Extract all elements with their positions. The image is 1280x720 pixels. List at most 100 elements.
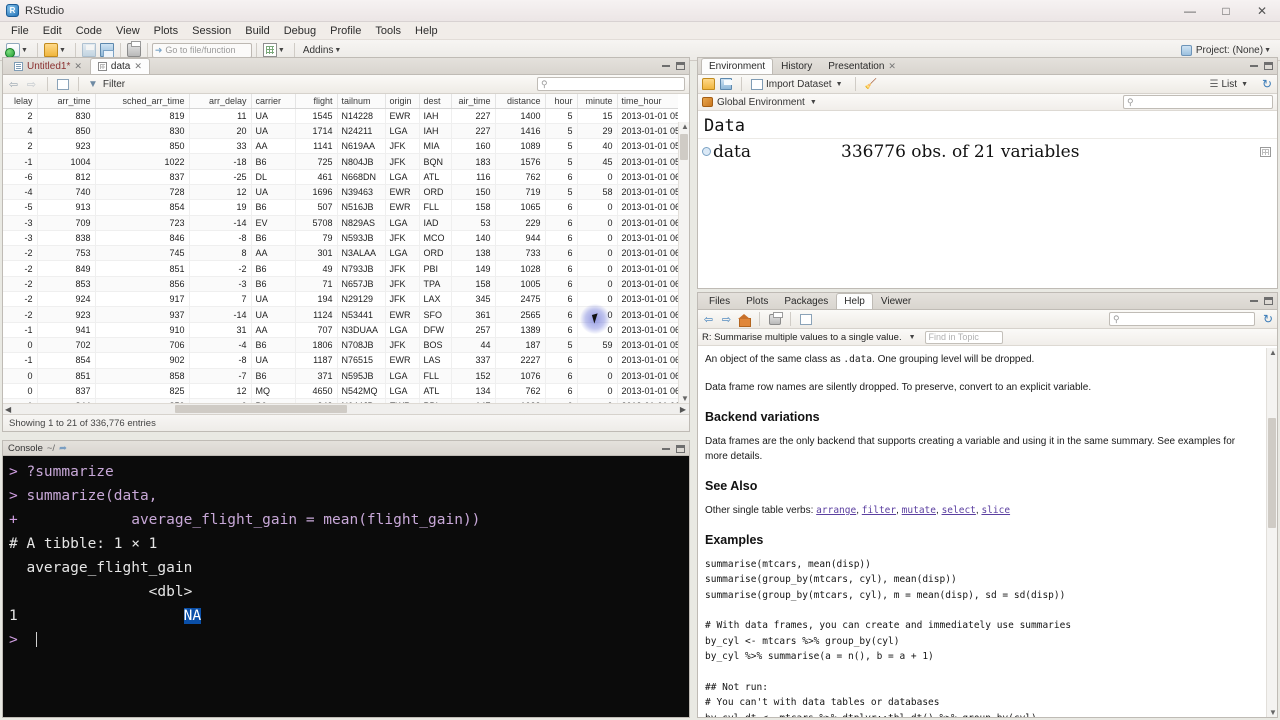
table-row[interactable]: -3 709 723 -14 EV 5708 N829AS LGA IAD 53 229 6 0 2013… [3, 215, 678, 231]
column-header-arr_delay[interactable]: arr_delay [189, 94, 252, 109]
menu-edit[interactable]: Edit [36, 24, 69, 38]
expand-object-icon[interactable] [702, 147, 711, 156]
menu-tools[interactable]: Tools [368, 24, 408, 38]
column-header-flight[interactable]: flight [295, 94, 338, 109]
tab-environment[interactable]: Environment [701, 58, 774, 74]
seealso-link-select[interactable]: select [942, 505, 976, 516]
chevron-down-icon[interactable]: ▼ [278, 47, 285, 54]
find-in-topic-input[interactable]: Find in Topic [924, 330, 1003, 344]
tab-files[interactable]: Files [701, 293, 738, 309]
close-button[interactable]: ✕ [1244, 0, 1280, 22]
chevron-down-icon[interactable]: ▼ [59, 47, 66, 54]
table-row[interactable]: -2 924 917 7 UA 194 N29129 JFK LAX 345 2475 6 0 2013-… [3, 291, 678, 308]
tab-viewer[interactable]: Viewer [873, 293, 919, 309]
table-row[interactable]: 0 702 706 -4 B6 1806 N708JB JFK BOS 44 187 5 59 2013-… [3, 337, 678, 354]
popout-icon[interactable] [57, 78, 69, 90]
scrollbar-thumb[interactable] [175, 405, 347, 413]
scrollbar-thumb[interactable] [680, 134, 688, 160]
seealso-link-slice[interactable]: slice [981, 505, 1010, 516]
column-header-tailnum[interactable]: tailnum [337, 94, 386, 109]
minimize-pane-button[interactable] [1248, 60, 1259, 71]
data-grid-viewport[interactable]: lelay arr_time sched_arr_time arr_delay carr… [3, 94, 678, 403]
maximize-pane-button[interactable] [675, 443, 686, 454]
import-dataset-button[interactable]: Import Dataset ▼ [751, 78, 846, 90]
help-topic-label[interactable]: R: Summarise multiple values to a single… [702, 332, 902, 343]
refresh-icon[interactable]: ↻ [1263, 312, 1273, 326]
scroll-up-icon[interactable]: ▲ [681, 122, 689, 131]
view-mode-selector[interactable]: ☰ List ▼ [1210, 79, 1251, 90]
column-header-hour[interactable]: hour [545, 94, 578, 109]
table-row[interactable]: -2 853 856 -3 B6 71 N657JB JFK TPA 158 1005 6 0 2013-… [3, 276, 678, 293]
seealso-link-arrange[interactable]: arrange [816, 505, 856, 516]
refresh-icon[interactable]: ↻ [1262, 77, 1272, 91]
table-row[interactable]: -2 753 745 8 AA 301 N3ALAA LGA ORD 138 733 6 0 2013-0… [3, 245, 678, 262]
goto-file-function-input[interactable]: ➜ Go to file/function [151, 42, 252, 58]
back-arrow-icon[interactable]: ⇦ [7, 78, 20, 91]
maximize-pane-button[interactable] [1263, 60, 1274, 71]
column-header-air_time[interactable]: air_time [451, 94, 496, 109]
chevron-down-icon[interactable]: ▼ [1264, 47, 1271, 54]
column-header-arr_time[interactable]: arr_time [37, 94, 96, 109]
menu-plots[interactable]: Plots [147, 24, 185, 38]
data-grid-horizontal-scrollbar[interactable]: ◀ ▶ [3, 403, 689, 414]
scrollbar-thumb[interactable] [1268, 418, 1276, 528]
minimize-pane-button[interactable] [660, 443, 671, 454]
column-header-time_hour[interactable]: time_hour [617, 94, 678, 109]
table-row[interactable]: -1 941 910 31 AA 707 N3DUAA LGA DFW 257 1389 6 0 2013… [3, 322, 678, 338]
back-arrow-icon[interactable]: ⇦ [702, 313, 715, 326]
tab-presentation[interactable]: Presentation ✕ [820, 58, 904, 74]
scroll-left-icon[interactable]: ◀ [5, 405, 11, 414]
column-header-lelay[interactable]: lelay [3, 94, 38, 109]
menu-file[interactable]: File [4, 24, 36, 38]
filter-label[interactable]: Filter [103, 79, 125, 90]
table-row[interactable]: 0 837 825 12 MQ 4650 N542MQ LGA ATL 134 762 6 0 2013-… [3, 383, 678, 400]
table-row[interactable]: 0 851 858 -7 B6 371 N595JB LGA FLL 152 1076 6 0 2013-… [3, 368, 678, 384]
table-row[interactable]: 2 923 850 33 AA 1141 N619AA JFK MIA 160 1089 5 40 201… [3, 138, 678, 155]
chevron-down-icon[interactable]: ▼ [21, 47, 28, 54]
data-search-input[interactable]: ⚲ [537, 77, 685, 91]
column-header-distance[interactable]: distance [495, 94, 546, 109]
chevron-down-icon[interactable]: ▼ [1241, 81, 1248, 88]
table-row[interactable]: -1 1004 1022 -18 B6 725 N804JB JFK BQN 183 1576 5 45… [3, 153, 678, 170]
tab-data[interactable]: data ✕ [89, 58, 150, 74]
tab-packages[interactable]: Packages [776, 293, 836, 309]
tab-history[interactable]: History [773, 58, 820, 74]
menu-view[interactable]: View [109, 24, 147, 38]
project-selector[interactable]: Project: (None) ▼ [1180, 44, 1274, 56]
maximize-pane-button[interactable] [1263, 295, 1274, 306]
help-search-input[interactable]: ⚲ [1109, 312, 1255, 326]
chevron-down-icon[interactable]: ▼ [836, 81, 843, 88]
table-row[interactable]: -6 812 837 -25 DL 461 N668DN LGA ATL 116 762 6 0 2013… [3, 169, 678, 185]
print-icon[interactable] [769, 311, 783, 325]
forward-arrow-icon[interactable]: ⇨ [25, 78, 38, 91]
chevron-down-icon[interactable]: ▼ [909, 334, 916, 341]
seealso-link-mutate[interactable]: mutate [902, 505, 936, 516]
table-row[interactable]: -4 740 728 12 UA 1696 N39463 EWR ORD 150 719 5 58 201… [3, 184, 678, 201]
minimize-button[interactable]: — [1172, 0, 1208, 22]
environment-object-row[interactable]: data 336776 obs. of 21 variables [698, 138, 1277, 164]
column-header-dest[interactable]: dest [419, 94, 452, 109]
chevron-down-icon[interactable]: ▼ [334, 47, 341, 54]
column-header-carrier[interactable]: carrier [251, 94, 296, 109]
column-header-minute[interactable]: minute [577, 94, 618, 109]
scroll-down-icon[interactable]: ▼ [1269, 708, 1277, 717]
table-row[interactable]: -3 838 846 -8 B6 79 N593JB JFK MCO 140 944 6 0 2013-0… [3, 230, 678, 247]
load-workspace-icon[interactable] [702, 78, 715, 90]
tab-help[interactable]: Help [836, 293, 873, 309]
console-output[interactable]: > ?summarize > summarize(data, + average_f… [3, 456, 689, 717]
menu-debug[interactable]: Debug [277, 24, 323, 38]
close-icon[interactable]: ✕ [134, 61, 142, 72]
minimize-pane-button[interactable] [1248, 295, 1259, 306]
view-table-icon[interactable] [1260, 146, 1271, 157]
menu-build[interactable]: Build [238, 24, 276, 38]
table-row[interactable]: 4 850 830 20 UA 1714 N24211 LGA IAH 227 1416 5 29 201… [3, 123, 678, 140]
help-vertical-scrollbar[interactable]: ▲ ▼ [1266, 348, 1277, 717]
minimize-pane-button[interactable] [660, 60, 671, 71]
table-row[interactable]: -2 849 851 -2 B6 49 N793JB JFK PBI 149 1028 6 0 2013-… [3, 260, 678, 277]
popout-icon[interactable] [800, 313, 812, 325]
clear-objects-icon[interactable]: 🧹 [865, 79, 877, 90]
table-row[interactable]: 2 830 819 11 UA 1545 N14228 EWR IAH 227 1400 5 15 201… [3, 108, 678, 124]
scroll-right-icon[interactable]: ▶ [680, 405, 686, 414]
seealso-link-filter[interactable]: filter [862, 505, 896, 516]
menu-profile[interactable]: Profile [323, 24, 368, 38]
